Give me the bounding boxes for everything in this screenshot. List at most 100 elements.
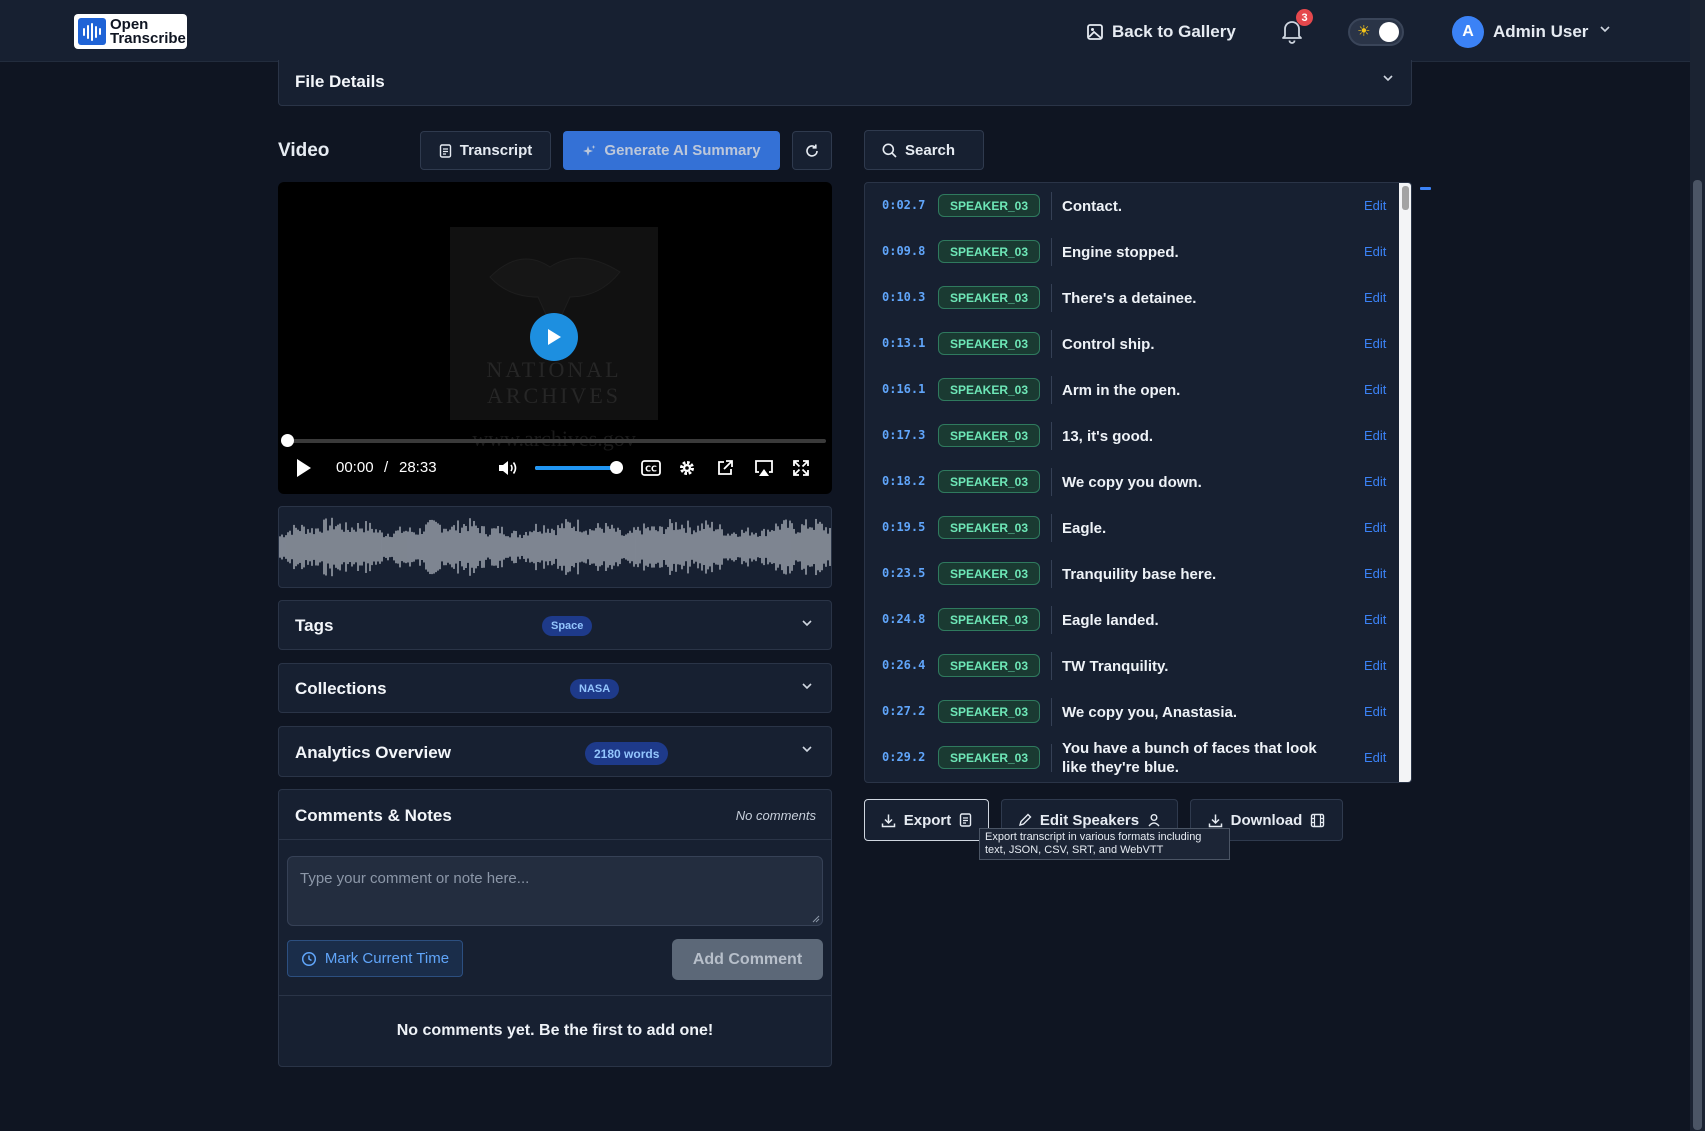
- segment-timestamp[interactable]: 0:24.8: [882, 612, 925, 626]
- transcript-scrollbar[interactable]: [1399, 183, 1411, 782]
- speaker-badge[interactable]: SPEAKER_03: [938, 470, 1040, 493]
- export-tooltip: Export transcript in various formats inc…: [979, 828, 1230, 860]
- generate-ai-summary-button[interactable]: Generate AI Summary: [563, 131, 780, 170]
- chevron-down-icon[interactable]: [1598, 22, 1612, 36]
- speaker-badge[interactable]: SPEAKER_03: [938, 240, 1040, 263]
- tags-panel[interactable]: Tags Space: [278, 600, 832, 650]
- volume-icon[interactable]: [497, 459, 519, 477]
- transcript-button[interactable]: Transcript: [420, 131, 551, 170]
- edit-segment-link[interactable]: Edit: [1364, 704, 1386, 719]
- app-logo[interactable]: Open Transcribe: [74, 14, 187, 49]
- transcript-row[interactable]: 0:10.3 SPEAKER_03 There's a detainee. Edit: [865, 275, 1395, 321]
- speaker-badge[interactable]: SPEAKER_03: [938, 424, 1040, 447]
- edit-segment-link[interactable]: Edit: [1364, 428, 1386, 443]
- settings-gear-icon[interactable]: [678, 459, 696, 477]
- analytics-title: Analytics Overview: [295, 743, 451, 762]
- collections-panel[interactable]: Collections NASA: [278, 663, 832, 713]
- volume-slider[interactable]: [535, 461, 623, 474]
- edit-segment-link[interactable]: Edit: [1364, 244, 1386, 259]
- airplay-icon[interactable]: [754, 459, 774, 477]
- transcript-row[interactable]: 0:13.1 SPEAKER_03 Control ship. Edit: [865, 321, 1395, 367]
- volume-handle[interactable]: [609, 461, 623, 474]
- search-button[interactable]: Search: [864, 130, 984, 170]
- waveform-panel[interactable]: [278, 506, 832, 588]
- add-comment-button[interactable]: Add Comment: [672, 939, 823, 980]
- chevron-down-icon[interactable]: [800, 742, 814, 756]
- transcript-row[interactable]: 0:29.2 SPEAKER_03 You have a bunch of face…: [865, 735, 1395, 781]
- speaker-badge[interactable]: SPEAKER_03: [938, 516, 1040, 539]
- speaker-badge[interactable]: SPEAKER_03: [938, 562, 1040, 585]
- edit-segment-link[interactable]: Edit: [1364, 658, 1386, 673]
- transcript-row[interactable]: 0:24.8 SPEAKER_03 Eagle landed. Edit: [865, 597, 1395, 643]
- segment-timestamp[interactable]: 0:02.7: [882, 198, 925, 212]
- transcript-row[interactable]: 0:02.7 SPEAKER_03 Contact. Edit: [865, 183, 1395, 229]
- refresh-icon: [806, 144, 818, 157]
- divider: [1051, 652, 1052, 680]
- speaker-badge[interactable]: SPEAKER_03: [938, 286, 1040, 309]
- segment-timestamp[interactable]: 0:13.1: [882, 336, 925, 350]
- edit-segment-link[interactable]: Edit: [1364, 612, 1386, 627]
- segment-timestamp[interactable]: 0:26.4: [882, 658, 925, 672]
- edit-segment-link[interactable]: Edit: [1364, 382, 1386, 397]
- edit-segment-link[interactable]: Edit: [1364, 750, 1386, 765]
- edit-segment-link[interactable]: Edit: [1364, 290, 1386, 305]
- captions-icon[interactable]: CC: [641, 460, 661, 476]
- speaker-badge[interactable]: SPEAKER_03: [938, 746, 1040, 769]
- analytics-panel[interactable]: Analytics Overview 2180 words: [278, 726, 832, 777]
- segment-timestamp[interactable]: 0:23.5: [882, 566, 925, 580]
- segment-timestamp[interactable]: 0:18.2: [882, 474, 925, 488]
- video-player[interactable]: NATIONAL ARCHIVES www.archives.gov 00:00…: [278, 182, 832, 494]
- mark-current-time-button[interactable]: Mark Current Time: [287, 940, 463, 977]
- edit-segment-link[interactable]: Edit: [1364, 198, 1386, 213]
- user-name[interactable]: Admin User: [1493, 22, 1588, 42]
- transcript-row[interactable]: 0:19.5 SPEAKER_03 Eagle. Edit: [865, 505, 1395, 551]
- page-scrollbar-thumb[interactable]: [1693, 180, 1702, 1130]
- segment-timestamp[interactable]: 0:16.1: [882, 382, 925, 396]
- transcript-scrollbar-thumb[interactable]: [1402, 186, 1409, 210]
- edit-segment-link[interactable]: Edit: [1364, 566, 1386, 581]
- speaker-badge[interactable]: SPEAKER_03: [938, 608, 1040, 631]
- segment-timestamp[interactable]: 0:10.3: [882, 290, 925, 304]
- theme-toggle[interactable]: ☀: [1348, 18, 1404, 46]
- transcript-row[interactable]: 0:27.2 SPEAKER_03 We copy you, Anastasia. E…: [865, 689, 1395, 735]
- transcript-row[interactable]: 0:23.5 SPEAKER_03 Tranquility base here. Ed…: [865, 551, 1395, 597]
- segment-timestamp[interactable]: 0:29.2: [882, 750, 925, 764]
- fullscreen-icon[interactable]: [792, 459, 810, 477]
- speaker-badge[interactable]: SPEAKER_03: [938, 194, 1040, 217]
- segment-timestamp[interactable]: 0:09.8: [882, 244, 925, 258]
- chevron-down-icon[interactable]: [1381, 71, 1395, 85]
- speaker-badge[interactable]: SPEAKER_03: [938, 332, 1040, 355]
- edit-segment-link[interactable]: Edit: [1364, 336, 1386, 351]
- transcript-row[interactable]: 0:17.3 SPEAKER_03 13, it's good. Edit: [865, 413, 1395, 459]
- user-avatar[interactable]: A: [1452, 16, 1484, 48]
- comment-input[interactable]: Type your comment or note here...: [287, 856, 823, 926]
- file-details-panel[interactable]: File Details: [278, 60, 1412, 106]
- audio-waveform[interactable]: [279, 507, 831, 587]
- chevron-down-icon[interactable]: [800, 679, 814, 693]
- segment-timestamp[interactable]: 0:19.5: [882, 520, 925, 534]
- refresh-button[interactable]: [792, 131, 832, 170]
- segment-timestamp[interactable]: 0:17.3: [882, 428, 925, 442]
- transcript-row[interactable]: 0:09.8 SPEAKER_03 Engine stopped. Edit: [865, 229, 1395, 275]
- external-link-icon[interactable]: [716, 459, 734, 477]
- speaker-badge[interactable]: SPEAKER_03: [938, 700, 1040, 723]
- progress-handle[interactable]: [281, 434, 294, 447]
- transcript-list[interactable]: 0:02.7 SPEAKER_03 Contact. Edit 0:09.8 SPEAKE…: [864, 182, 1412, 783]
- segment-timestamp[interactable]: 0:27.2: [882, 704, 925, 718]
- back-to-gallery-button[interactable]: Back to Gallery: [1086, 18, 1236, 46]
- export-button[interactable]: Export: [864, 799, 989, 841]
- current-time: 00:00: [336, 459, 374, 476]
- chevron-down-icon[interactable]: [800, 616, 814, 630]
- page-scrollbar[interactable]: [1690, 0, 1705, 1131]
- transcript-row[interactable]: 0:18.2 SPEAKER_03 We copy you down. Edit: [865, 459, 1395, 505]
- play-overlay-button[interactable]: [530, 313, 578, 361]
- edit-segment-link[interactable]: Edit: [1364, 474, 1386, 489]
- edit-segment-link[interactable]: Edit: [1364, 520, 1386, 535]
- transcript-row[interactable]: 0:26.4 SPEAKER_03 TW Tranquility. Edit: [865, 643, 1395, 689]
- video-progress-bar[interactable]: [281, 434, 826, 447]
- speaker-badge[interactable]: SPEAKER_03: [938, 654, 1040, 677]
- play-icon[interactable]: [295, 458, 313, 478]
- resize-handle-icon[interactable]: [812, 915, 820, 923]
- speaker-badge[interactable]: SPEAKER_03: [938, 378, 1040, 401]
- transcript-row[interactable]: 0:16.1 SPEAKER_03 Arm in the open. Edit: [865, 367, 1395, 413]
